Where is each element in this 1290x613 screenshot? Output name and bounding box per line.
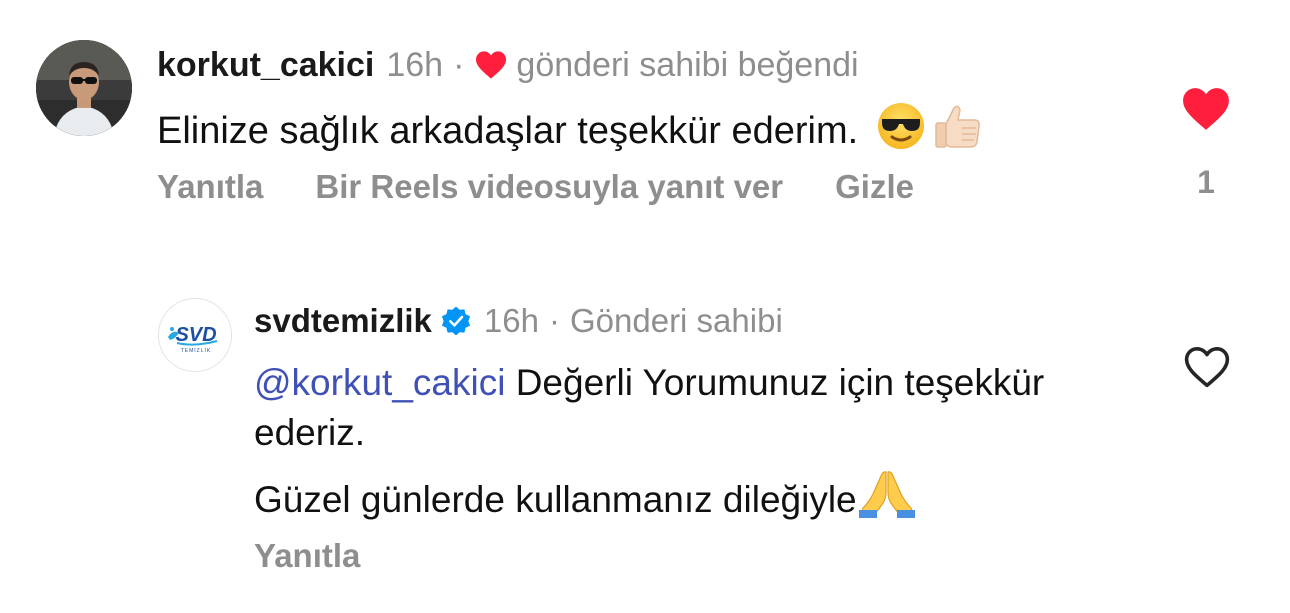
thumbs-up-emoji-icon [932,100,984,162]
reply-line-2: Güzel günlerde kullanmanız dileğiyle [254,468,1114,531]
reply-button[interactable]: Yanıtla [157,168,263,206]
reply-button[interactable]: Yanıtla [254,537,360,574]
avatar[interactable]: SVD TEMİZLİK [158,298,232,372]
hide-button[interactable]: Gizle [835,168,914,206]
timestamp: 16h [483,302,539,339]
reply-body-2: Güzel günlerde kullanmanız dileğiyle [254,478,857,520]
owner-label: Gönderi sahibi [569,302,783,339]
like-count: 1 [1197,164,1215,200]
svg-text:TEMİZLİK: TEMİZLİK [181,347,212,354]
comment-text: Elinize sağlık arkadaşlar teşekkür ederi… [157,100,984,162]
heart-outline-icon [1184,347,1230,388]
comment-body: Elinize sağlık arkadaşlar teşekkür ederi… [157,109,859,152]
reply-actions: Yanıtla [254,537,360,575]
timestamp: 16h [386,45,444,84]
profile-photo-icon [36,40,132,136]
sunglasses-emoji-icon [876,101,926,161]
separator-dot: · [453,45,465,84]
verified-badge-icon [440,305,472,337]
mention-link[interactable]: @korkut_cakici [254,362,505,403]
username[interactable]: svdtemizlik [254,302,432,340]
heart-icon [474,50,508,80]
heart-filled-icon [1183,88,1229,130]
reels-reply-button[interactable]: Bir Reels videosuyla yanıt ver [315,168,783,206]
svd-logo-icon: SVD TEMİZLİK [159,299,231,371]
avatar[interactable] [36,40,132,136]
comment-header: korkut_cakici 16h · gönderi sahibi beğen… [157,44,859,86]
reply-text: @korkut_cakici Değerli Yorumunuz için te… [254,358,1114,531]
folded-hands-emoji-icon [858,468,915,531]
username[interactable]: korkut_cakici [157,46,374,85]
like-button[interactable] [1183,345,1231,389]
comment-actions: Yanıtla Bir Reels videosuyla yanıt ver G… [157,168,914,206]
like-button[interactable] [1181,86,1231,132]
reply-header: svdtemizlik 16h · Gönderi sahibi [254,300,783,342]
reply-line-1: @korkut_cakici Değerli Yorumunuz için te… [254,358,1114,458]
owner-liked-label: gönderi sahibi beğendi [516,45,859,84]
separator-dot: · [548,302,560,339]
